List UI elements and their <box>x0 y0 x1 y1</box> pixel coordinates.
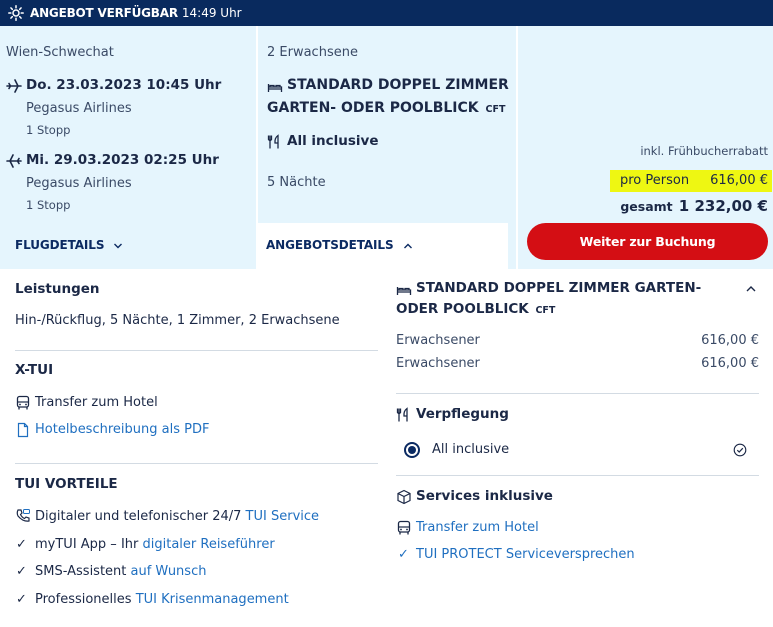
protect-link[interactable]: TUI PROTECT <box>416 547 502 562</box>
board-type: All inclusive <box>287 133 379 149</box>
check-icon: ✓ <box>398 547 409 562</box>
check-icon: ✓ <box>16 537 27 552</box>
document-icon <box>17 422 29 438</box>
inbound-airline: Pegasus Airlines <box>26 176 132 191</box>
check-icon: ✓ <box>16 564 27 579</box>
check-circle-icon <box>733 443 747 457</box>
benefit-text: Digitaler und telefonischer 24/7 <box>35 509 246 524</box>
benefit-item: SMS-Assistent auf Wunsch <box>35 564 206 579</box>
divider <box>396 475 759 476</box>
protect-item: TUI PROTECT Serviceversprechen <box>416 547 635 562</box>
sun-icon <box>8 5 24 21</box>
plane-inbound-icon <box>6 154 22 168</box>
room-detail-code: CFT <box>535 305 556 316</box>
outbound-date: Do. 23.03.2023 10:45 Uhr <box>26 77 222 93</box>
flight-panel <box>0 26 256 269</box>
room-name-line2-text: GARTEN- ODER POOLBLICK <box>267 100 479 116</box>
plane-outbound-icon <box>6 79 22 93</box>
xtui-heading: X-TUI <box>15 362 54 378</box>
inbound-date: Mi. 29.03.2023 02:25 Uhr <box>26 152 219 168</box>
included-services-heading: Services inklusive <box>416 488 553 504</box>
hotel-pdf-link[interactable]: Hotelbeschreibung als PDF <box>35 422 209 437</box>
radio-dot <box>408 446 416 454</box>
departure-airport: Wien-Schwechat <box>6 45 114 60</box>
total-price: gesamt 1 232,00 € <box>620 197 768 215</box>
benefit-item: Professionelles TUI Krisenmanagement <box>35 592 289 607</box>
offer-status-bar: ANGEBOT VERFÜGBAR 14:49 Uhr <box>0 0 773 26</box>
per-person-label: pro Person <box>620 173 690 188</box>
check-icon: ✓ <box>16 592 27 607</box>
continue-booking-button[interactable]: Weiter zur Buchung <box>527 223 768 260</box>
outbound-stops: 1 Stopp <box>26 123 71 137</box>
price-row-value: 616,00 € <box>701 333 759 348</box>
benefit-link[interactable]: TUI Krisenmanagement <box>136 592 289 607</box>
board-option-label: All inclusive <box>432 442 510 457</box>
transfer-link[interactable]: Transfer zum Hotel <box>416 520 539 535</box>
benefit-link[interactable]: digitaler Reiseführer <box>143 537 275 552</box>
divider <box>396 393 759 394</box>
flight-details-toggle[interactable]: FLUGDETAILS <box>15 238 123 252</box>
cutlery-icon <box>396 407 408 422</box>
benefit-text: myTUI App – Ihr <box>35 537 143 552</box>
benefit-link[interactable]: auf Wunsch <box>131 564 207 579</box>
divider <box>15 350 378 351</box>
bed-icon <box>396 287 412 295</box>
protect-text: Serviceversprechen <box>505 547 635 562</box>
offer-status-title: ANGEBOT VERFÜGBAR <box>30 6 178 20</box>
benefit-item: Digitaler und telefonischer 24/7 TUI Ser… <box>35 509 319 524</box>
price-row-label: Erwachsener <box>396 333 480 348</box>
phone-chat-icon <box>16 509 30 522</box>
per-person-price: 616,00 € <box>710 173 768 188</box>
benefit-item: myTUI App – Ihr digitaler Reiseführer <box>35 537 275 552</box>
nights-count: 5 Nächte <box>267 175 326 190</box>
flight-details-label: FLUGDETAILS <box>15 238 105 252</box>
offer-details-toggle[interactable]: ANGEBOTSDETAILS <box>266 238 413 252</box>
room-detail-line2-text: ODER POOLBLICK <box>396 301 529 317</box>
xtui-transfer: Transfer zum Hotel <box>35 395 158 410</box>
total-value: 1 232,00 € <box>678 197 768 215</box>
travellers-count: 2 Erwachsene <box>267 45 358 60</box>
services-heading: Leistungen <box>15 281 100 297</box>
collapse-chevron-up-icon[interactable] <box>745 283 757 295</box>
board-radio[interactable] <box>404 442 420 458</box>
bus-icon <box>397 520 411 535</box>
total-label: gesamt <box>620 199 673 214</box>
early-booking-note: inkl. Frühbucherrabatt <box>640 144 768 158</box>
offer-status-time: 14:49 Uhr <box>181 6 242 20</box>
outbound-airline: Pegasus Airlines <box>26 101 132 116</box>
room-name-line2: GARTEN- ODER POOLBLICK CFT <box>267 100 505 116</box>
price-row-value: 616,00 € <box>701 356 759 371</box>
tui-benefits-heading: TUI VORTEILE <box>15 476 118 492</box>
chevron-up-icon <box>403 243 412 248</box>
benefit-text: SMS-Assistent <box>35 564 131 579</box>
bus-icon <box>16 395 30 410</box>
benefit-link[interactable]: TUI Service <box>246 509 319 524</box>
services-summary: Hin-/Rückflug, 5 Nächte, 1 Zimmer, 2 Erw… <box>15 313 340 328</box>
room-code: CFT <box>485 104 506 115</box>
room-detail-line1: STANDARD DOPPEL ZIMMER GARTEN- <box>416 280 702 296</box>
price-row-label: Erwachsener <box>396 356 480 371</box>
chevron-down-icon <box>114 243 123 248</box>
offer-details-label: ANGEBOTSDETAILS <box>266 238 394 252</box>
divider <box>15 463 378 464</box>
benefit-text: Professionelles <box>35 592 136 607</box>
room-detail-line2: ODER POOLBLICK CFT <box>396 301 555 317</box>
room-name-line1: STANDARD DOPPEL ZIMMER <box>287 77 509 93</box>
board-heading: Verpflegung <box>416 406 509 422</box>
bed-icon <box>267 84 283 92</box>
cutlery-icon <box>267 134 279 149</box>
package-icon <box>397 489 411 505</box>
inbound-stops: 1 Stopp <box>26 198 71 212</box>
